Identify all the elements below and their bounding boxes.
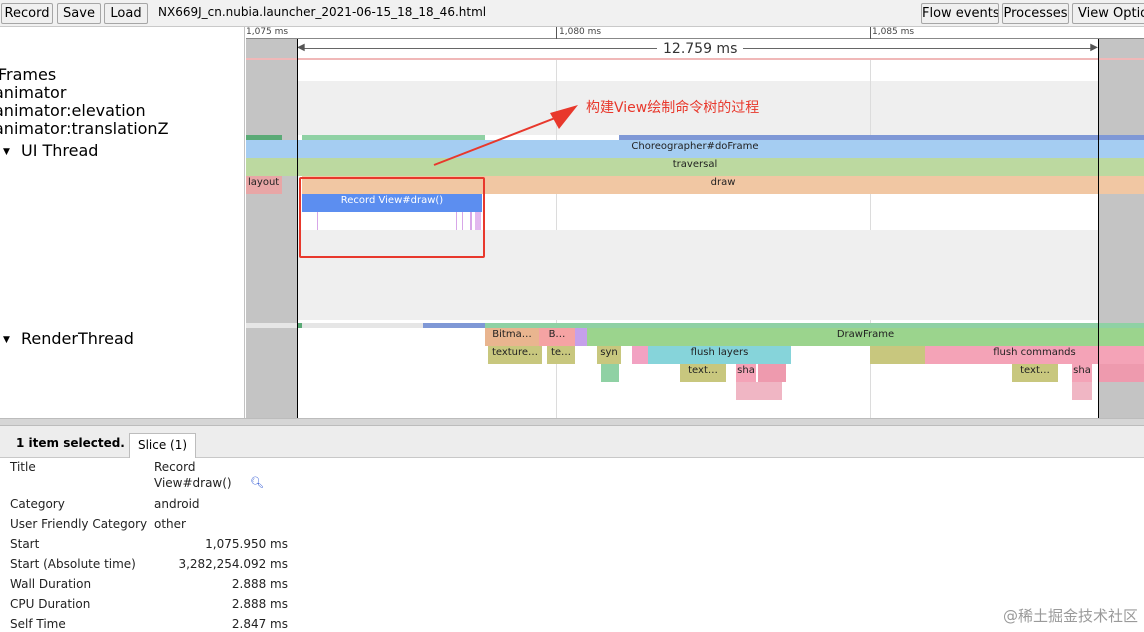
track-label-render-thread[interactable]: RenderThread [21, 330, 134, 348]
track-label-ui-thread[interactable]: UI Thread [21, 142, 98, 160]
detail-key-title: Title [10, 460, 36, 474]
detail-value-self-time: 2.847 ms [231, 617, 288, 631]
detail-value-start: 1,075.950 ms [205, 537, 288, 551]
toolbar: Record Save Load NX669J_cn.nubia.launche… [0, 0, 1144, 27]
detail-key-self-time: Self Time [10, 617, 66, 631]
track-label-animator[interactable]: animator [0, 84, 66, 102]
detail-value-wall-duration: 2.888 ms [231, 577, 288, 591]
track-label-frames[interactable]: Frames [0, 66, 56, 84]
slice-details-panel: Title Record View#draw() 🔍︎ Category and… [0, 458, 1144, 632]
detail-value-cpu-duration: 2.888 ms [231, 597, 288, 611]
panel-resize-handle[interactable] [0, 418, 1144, 426]
track-label-animator-elevation[interactable]: animator:elevation [0, 102, 146, 120]
detail-value-title-line2: View#draw() [154, 476, 232, 490]
detail-key-cpu-duration: CPU Duration [10, 597, 91, 611]
detail-key-category: Category [10, 497, 65, 511]
save-button[interactable]: Save [57, 3, 101, 24]
track-label-animator-translationz[interactable]: animator:translationZ [0, 120, 169, 138]
triangle-down-icon[interactable]: ▼ [3, 147, 10, 157]
detail-key-start-absolute: Start (Absolute time) [10, 557, 136, 571]
view-options-button[interactable]: View Options [1072, 3, 1144, 24]
timeline[interactable]: 1,075 ms 1,080 ms 1,085 ms ◀ ▶ 12.759 ms… [246, 27, 1144, 418]
detail-value-start-absolute: 3,282,254.092 ms [178, 557, 288, 571]
annotation-text: 构建View绘制命令树的过程 [586, 100, 760, 116]
tab-slice[interactable]: Slice (1) [129, 433, 196, 458]
detail-key-wall-duration: Wall Duration [10, 577, 92, 591]
annotation-arrow-icon [433, 105, 578, 166]
processes-button[interactable]: Processes [1002, 3, 1069, 24]
track-label-panel: Frames animator animator:elevation anima… [0, 27, 245, 418]
load-button[interactable]: Load [104, 3, 148, 24]
record-button[interactable]: Record [1, 3, 53, 24]
detail-key-user-friendly-category: User Friendly Category [10, 517, 148, 531]
analysis-tabs-bar: 1 item selected. Slice (1) [0, 426, 1144, 458]
detail-value-title: Record [154, 460, 196, 474]
selection-count: 1 item selected. [16, 436, 125, 450]
triangle-down-icon[interactable]: ▼ [3, 335, 10, 345]
detail-value-category: android [154, 497, 200, 511]
file-title: NX669J_cn.nubia.launcher_2021-06-15_18_1… [158, 5, 487, 19]
flow-events-button[interactable]: Flow events [921, 3, 999, 24]
search-icon[interactable]: 🔍︎ [250, 476, 264, 489]
watermark: @稀土掘金技术社区 [1002, 607, 1138, 625]
detail-value-user-friendly-category: other [154, 517, 186, 531]
detail-key-start: Start [10, 537, 40, 551]
